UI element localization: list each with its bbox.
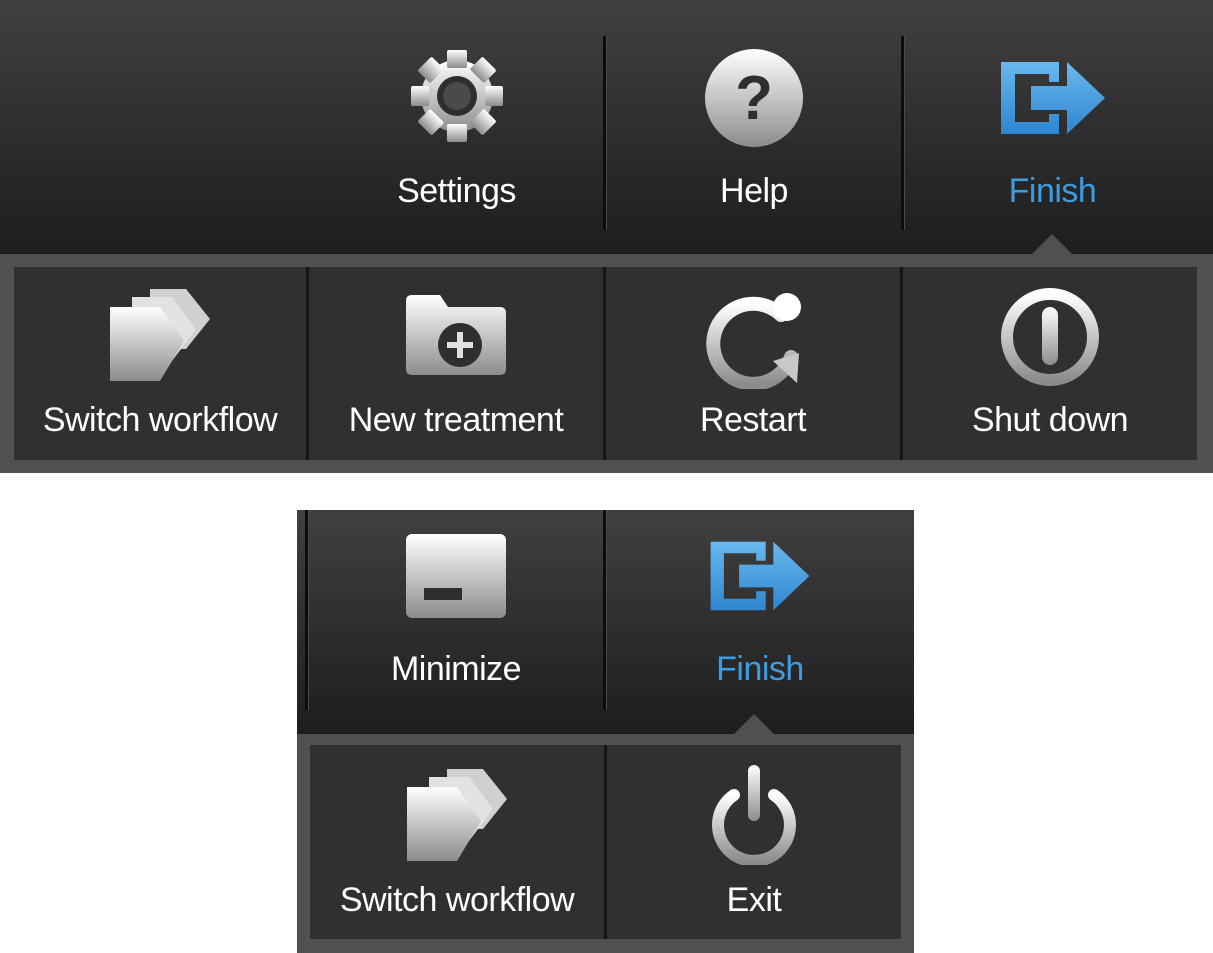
stacked-documents-icon [110, 289, 210, 381]
new-treatment-button[interactable]: New treatment [309, 267, 603, 460]
toolbar: Settings ? Help Finish [0, 0, 1213, 254]
help-button[interactable]: ? Help [606, 0, 902, 254]
restart-label: Restart [699, 401, 807, 439]
gear-icon [410, 50, 503, 142]
finish-drawer: Switch workflow New treatment Restart Sh… [14, 267, 1197, 460]
switch-workflow-button[interactable]: Switch workflow [14, 267, 306, 460]
finish-label: Finish [1008, 172, 1097, 210]
finish-exit-icon [710, 541, 810, 611]
stacked-documents-icon [407, 769, 507, 861]
help-icon: ? [705, 49, 803, 147]
toolbar: Minimize Finish [297, 510, 914, 734]
shut-down-button[interactable]: Shut down [903, 267, 1197, 460]
finish-exit-icon [1000, 62, 1105, 134]
shut-down-label: Shut down [971, 401, 1129, 439]
settings-button[interactable]: Settings [308, 0, 605, 254]
finish-drawer: Switch workflow Exit [310, 745, 901, 939]
settings-label: Settings [397, 172, 516, 210]
power-icon [712, 765, 796, 865]
svg-text:?: ? [735, 64, 773, 133]
help-label: Help [720, 172, 788, 210]
minimize-icon [406, 534, 506, 618]
finish-label: Finish [716, 650, 804, 688]
restart-button[interactable]: Restart [606, 267, 900, 460]
drawer-pointer [1032, 234, 1072, 254]
finish-button[interactable]: Finish [606, 510, 914, 734]
new-treatment-label: New treatment [348, 401, 564, 439]
finish-button[interactable]: Finish [904, 0, 1201, 254]
drawer-pointer [734, 714, 774, 734]
switch-workflow-label: Switch workflow [339, 881, 575, 919]
shutdown-icon [1001, 288, 1099, 386]
finish-menu-compact: Minimize Finish Switch workflow Exit [297, 510, 914, 953]
exit-button[interactable]: Exit [607, 745, 901, 939]
switch-workflow-button[interactable]: Switch workflow [310, 745, 604, 939]
minimize-button[interactable]: Minimize [308, 510, 604, 734]
folder-add-icon [406, 295, 506, 375]
finish-menu-desktop: Settings ? Help Finish Switch workflow N… [0, 0, 1213, 473]
restart-icon [706, 293, 801, 389]
minimize-label: Minimize [390, 650, 522, 688]
switch-workflow-label: Switch workflow [42, 401, 278, 439]
exit-label: Exit [726, 881, 782, 919]
